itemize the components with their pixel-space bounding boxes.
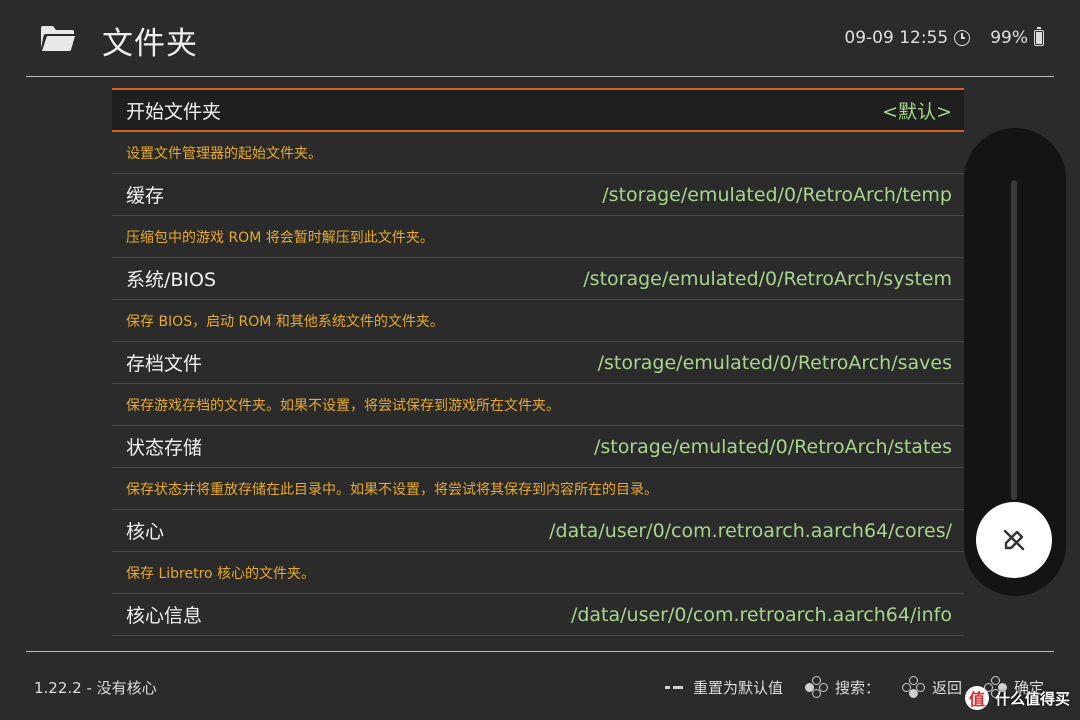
gamepad-buttons-icon [901,676,925,698]
header-divider [26,76,1054,77]
menu-item-description: 保存状态并将重放存储在此目录中。如果不设置，将尝试将其保存到内容所在的目录。 [112,468,964,510]
hint-label: 返回 [931,678,962,697]
menu-item-description: 设置文件管理器的起始文件夹。 [112,132,964,174]
hint-label: 搜索： [834,678,880,697]
pen-off-icon [1003,529,1025,551]
menu-item-description: 保存 Libretro 核心的文件夹。 [112,552,964,594]
date-time: 09-09 12:55 [844,28,949,48]
select-button-icon [664,685,685,689]
menu-item-label: 核心信息 [126,605,203,627]
menu-item-value: <默认> [882,100,952,123]
hint-reset-default[interactable]: 重置为默认值 [664,677,783,698]
footer-divider [26,651,1054,652]
menu-item-label: 状态存储 [126,437,203,459]
hint-search[interactable]: 搜索： [804,676,880,698]
menu-item-value: /storage/emulated/0/RetroArch/states [593,435,952,458]
menu-item-states[interactable]: 状态存储 /storage/emulated/0/RetroArch/state… [112,426,964,468]
menu-item-cache[interactable]: 缓存 /storage/emulated/0/RetroArch/temp [112,174,964,216]
menu-item-value: /storage/emulated/0/RetroArch/system [583,267,952,290]
watermark-text: 什么值得买 [994,689,1070,708]
hint-label: 重置为默认值 [692,678,783,697]
watermark: 值 什么值得买 [964,686,1070,710]
menu-item-label: 存档文件 [126,353,203,375]
menu-item-description: 压缩包中的游戏 ROM 将会暂时解压到此文件夹。 [112,216,964,258]
menu-item-saves[interactable]: 存档文件 /storage/emulated/0/RetroArch/saves [112,342,964,384]
menu-item-value: /storage/emulated/0/RetroArch/temp [602,183,952,206]
pen-off-button[interactable] [976,502,1052,578]
menu-item-label: 缓存 [126,185,165,207]
version-label: 1.22.2 - 没有核心 [34,679,157,697]
menu-item-system-bios[interactable]: 系统/BIOS /storage/emulated/0/RetroArch/sy… [112,258,964,300]
watermark-badge: 值 [964,686,989,710]
settings-list: 开始文件夹 <默认> 设置文件管理器的起始文件夹。 缓存 /storage/em… [112,88,964,648]
menu-item-description: 保存 BIOS，启动 ROM 和其他系统文件的文件夹。 [112,300,964,342]
header-bar: 文件夹 09-09 12:55 99% [0,0,1080,78]
menu-item-cores[interactable]: 核心 /data/user/0/com.retroarch.aarch64/co… [112,510,964,552]
menu-item-label: 开始文件夹 [126,100,222,123]
menu-item-value: /storage/emulated/0/RetroArch/saves [597,351,952,374]
menu-item-core-info[interactable]: 核心信息 /data/user/0/com.retroarch.aarch64/… [112,594,964,636]
page-title: 文件夹 [102,26,198,62]
gamepad-buttons-icon [804,676,828,698]
clock-icon [954,30,971,46]
menu-item-label: 核心 [126,521,165,543]
hint-back[interactable]: 返回 [901,676,962,698]
menu-item-value: /data/user/0/com.retroarch.aarch64/cores… [549,519,952,542]
battery-icon [1034,27,1044,46]
menu-item-description: 保存游戏存档的文件夹。如果不设置，将尝试保存到游戏所在文件夹。 [112,384,964,426]
battery-level: 99% [990,28,1028,48]
menu-item-label: 系统/BIOS [126,269,217,291]
scrollbar-thumb[interactable] [1011,180,1017,500]
folder-icon [41,26,75,51]
menu-item-start-folder[interactable]: 开始文件夹 <默认> [112,88,964,132]
status-area: 09-09 12:55 99% [844,27,1044,48]
menu-item-value: /data/user/0/com.retroarch.aarch64/info [570,603,952,626]
